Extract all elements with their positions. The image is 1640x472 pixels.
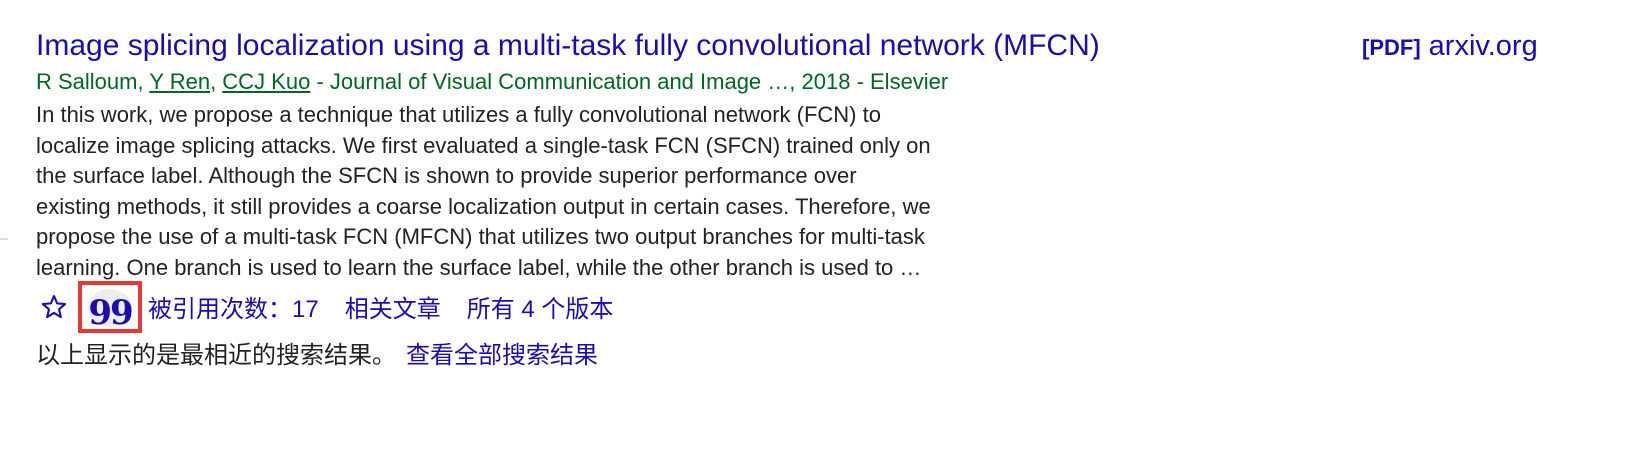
- snippet-line: propose the use of a multi-task FCN (MFC…: [36, 224, 925, 250]
- related-articles-link[interactable]: 相关文章: [345, 289, 441, 324]
- view-all-results-link[interactable]: 查看全部搜索结果: [406, 342, 598, 369]
- save-star-button[interactable]: [34, 287, 74, 327]
- result-actions: 99 被引用次数：17 相关文章 所有 4 个版本: [34, 280, 1636, 333]
- left-edge-mark: [0, 238, 8, 240]
- closest-results-note: 以上显示的是最相近的搜索结果。 查看全部搜索结果: [36, 338, 1636, 374]
- result-title-link[interactable]: Image splicing localization using a mult…: [36, 29, 1100, 62]
- quote-icon: 99: [88, 292, 133, 333]
- result-snippet: In this work, we propose a technique tha…: [36, 100, 1066, 284]
- all-versions-link[interactable]: 所有 4 个版本: [467, 289, 614, 324]
- snippet-line: existing methods, it still provides a co…: [36, 193, 931, 219]
- closest-results-text: 以上显示的是最相近的搜索结果。: [36, 341, 396, 369]
- cited-by-link[interactable]: 被引用次数：17: [148, 289, 319, 324]
- snippet-line: learning. One branch is used to learn th…: [36, 254, 922, 280]
- snippet-line: the surface label. Although the SFCN is …: [36, 163, 857, 189]
- result-title-row: Image splicing localization using a mult…: [36, 26, 1636, 66]
- author-link-ccj-kuo[interactable]: CCJ Kuo: [222, 69, 310, 94]
- author-plain: R Salloum,: [36, 69, 150, 94]
- pdf-tag: [PDF]: [1362, 35, 1421, 60]
- publication-info: - Journal of Visual Communication and Im…: [310, 69, 949, 94]
- snippet-line: In this work, we propose a technique tha…: [36, 102, 881, 127]
- star-outline-icon: [41, 294, 67, 318]
- author-separator: ,: [210, 69, 223, 94]
- author-link-y-ren[interactable]: Y Ren: [149, 69, 210, 94]
- snippet-line: localize image splicing attacks. We firs…: [36, 132, 931, 158]
- pdf-link[interactable]: [PDF] arxiv.org: [1362, 26, 1538, 71]
- cite-button[interactable]: 99: [78, 280, 142, 333]
- pdf-domain: arxiv.org: [1428, 30, 1538, 62]
- search-result: Image splicing localization using a mult…: [36, 26, 1636, 374]
